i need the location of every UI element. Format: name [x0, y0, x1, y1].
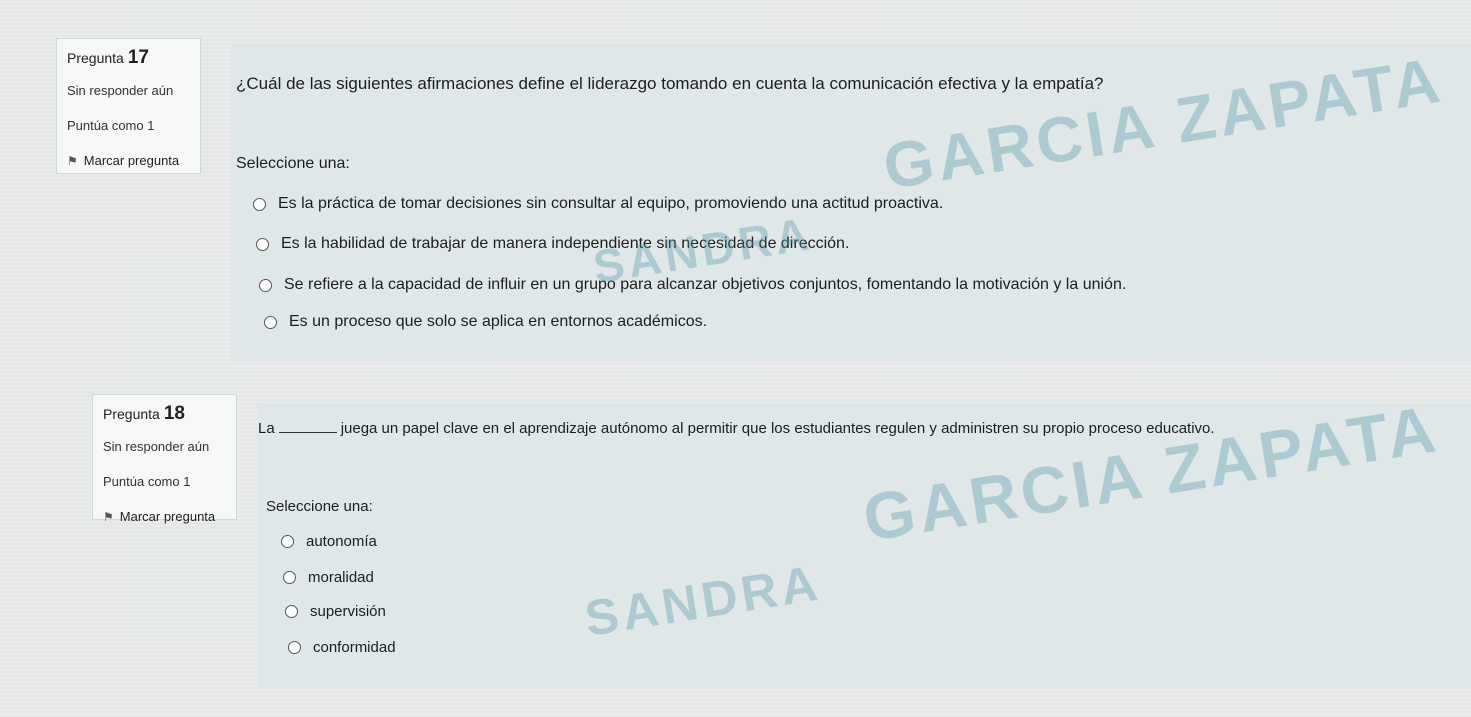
q18-question-end: juega un papel clave en el aprendizaje a… — [340, 420, 1215, 437]
radio-button[interactable] — [256, 237, 269, 251]
q18-prompt: Seleccione una: — [266, 498, 373, 515]
q18-option-4-label: conformidad — [313, 639, 396, 656]
q17-option-2-label: Es la habilidad de trabajar de manera in… — [281, 235, 850, 252]
q18-status: Sin responder aún — [103, 439, 210, 454]
q18-flag-button[interactable]: ⚑ Marcar pregunta — [103, 509, 236, 524]
q18-blank — [278, 432, 337, 433]
q17-option-4[interactable]: Es un proceso que solo se aplica en ento… — [264, 313, 707, 331]
q18-option-3[interactable]: supervisión — [285, 603, 386, 620]
q17-flag-button[interactable]: ⚑ Marcar pregunta — [67, 153, 200, 168]
flag-icon: ⚑ — [67, 153, 78, 168]
q18-option-2-label: moralidad — [308, 569, 374, 586]
q17-prompt: Seleccione una: — [236, 155, 350, 172]
q18-option-1[interactable]: autonomía — [281, 533, 377, 550]
q18-flag-label: Marcar pregunta — [119, 509, 216, 524]
q17-question-text: ¿Cuál de las siguientes afirmaciones def… — [236, 74, 1104, 93]
q17-score: Puntúa como 1 — [67, 118, 155, 133]
q17-option-3-label: Se refiere a la capacidad de influir en … — [284, 276, 1127, 293]
q18-question-start: La — [258, 420, 275, 437]
q17-flag-label: Marcar pregunta — [83, 153, 180, 168]
q17-info-panel: Pregunta 17 Sin responder aún Puntúa com… — [56, 38, 201, 174]
q17-status: Sin responder aún — [67, 83, 174, 98]
q18-info-panel: Pregunta 18 Sin responder aún Puntúa com… — [92, 394, 237, 524]
q18-option-1-label: autonomía — [306, 533, 377, 550]
radio-button[interactable] — [264, 315, 277, 329]
q18-option-4[interactable]: conformidad — [288, 639, 396, 656]
q18-option-2[interactable]: moralidad — [283, 569, 374, 586]
q17-option-1-label: Es la práctica de tomar decisiones sin c… — [278, 195, 944, 212]
radio-button[interactable] — [259, 278, 272, 292]
radio-button[interactable] — [281, 535, 294, 548]
q17-option-4-label: Es un proceso que solo se aplica en ento… — [289, 313, 708, 330]
radio-button[interactable] — [285, 605, 298, 618]
radio-button[interactable] — [288, 641, 301, 654]
q17-option-2[interactable]: Es la habilidad de trabajar de manera in… — [256, 235, 849, 253]
q18-number: 18 — [163, 403, 185, 424]
q18-content-panel — [258, 404, 1471, 688]
q18-label: Pregunta — [103, 406, 160, 422]
q17-label: Pregunta — [67, 50, 124, 66]
q17-option-1[interactable]: Es la práctica de tomar decisiones sin c… — [253, 195, 943, 213]
radio-button[interactable] — [283, 571, 296, 584]
q17-number: 17 — [127, 47, 149, 68]
q18-question-text: La juega un papel clave en el aprendizaje… — [258, 420, 1215, 437]
q18-number-line: Pregunta 18 — [103, 403, 236, 425]
radio-button[interactable] — [253, 197, 266, 211]
q17-number-line: Pregunta 17 — [67, 47, 200, 69]
flag-icon: ⚑ — [103, 509, 114, 524]
q18-score: Puntúa como 1 — [103, 474, 191, 489]
q17-option-3[interactable]: Se refiere a la capacidad de influir en … — [259, 276, 1126, 294]
q18-option-3-label: supervisión — [310, 603, 386, 620]
